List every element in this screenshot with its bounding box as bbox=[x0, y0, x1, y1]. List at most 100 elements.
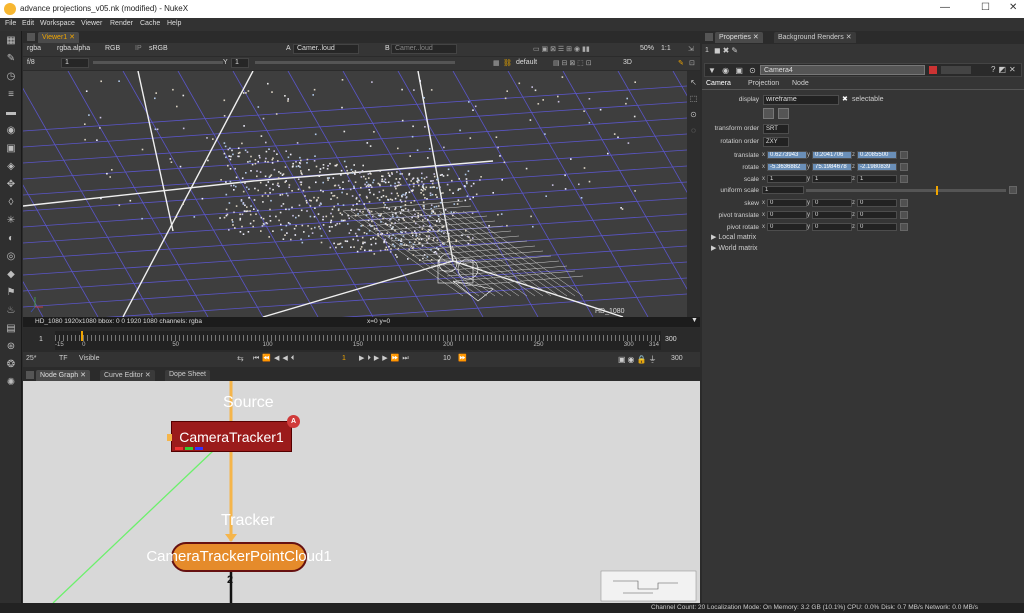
uniform-scale-slider[interactable] bbox=[806, 186, 1006, 195]
uniform-scale-animation-button[interactable] bbox=[1009, 186, 1017, 194]
gain-slider[interactable] bbox=[93, 61, 223, 64]
tab-node-graph[interactable]: Node Graph ✕ bbox=[36, 370, 90, 381]
z-value-field[interactable]: 0 bbox=[857, 199, 897, 207]
occlusion-icon[interactable]: ◌ bbox=[688, 125, 699, 137]
tab-dope-sheet[interactable]: Dope Sheet bbox=[165, 370, 210, 381]
fstop-dropdown[interactable]: f/8 bbox=[27, 59, 35, 66]
gamma-slider[interactable] bbox=[255, 61, 455, 64]
step-icons[interactable]: ⏩ bbox=[458, 354, 467, 362]
ratio-dropdown[interactable]: 1:1 bbox=[661, 45, 671, 52]
z-value-field[interactable]: 0.2085500 bbox=[857, 151, 897, 159]
select-vertex-icon[interactable]: ⬚ bbox=[688, 93, 699, 105]
x-value-field[interactable]: 0.6273943 bbox=[767, 151, 807, 159]
x-value-field[interactable]: 0 bbox=[767, 211, 807, 219]
node-color-swatch[interactable] bbox=[929, 66, 937, 74]
animation-button[interactable] bbox=[900, 175, 908, 183]
rgb-dropdown[interactable]: RGB bbox=[105, 45, 120, 52]
a-input-dropdown[interactable]: Camer..loud bbox=[293, 44, 359, 54]
menu-render[interactable]: Render bbox=[110, 20, 133, 27]
ip-button[interactable]: IP bbox=[135, 45, 142, 52]
tab-background-renders[interactable]: Background Renders ✕ bbox=[774, 32, 856, 43]
x-value-field[interactable]: 0 bbox=[767, 223, 807, 231]
world-matrix-toggle[interactable]: ▶ World matrix bbox=[711, 244, 757, 252]
keyer-icon[interactable]: ▣ bbox=[4, 143, 18, 155]
time-icon[interactable]: ◷ bbox=[4, 71, 18, 83]
furnace-icon[interactable]: ▤ bbox=[4, 323, 18, 335]
channels-dropdown[interactable]: rgba bbox=[27, 45, 41, 52]
y-value-field[interactable]: 0 bbox=[812, 199, 852, 207]
settings-icon[interactable]: ⊡ bbox=[689, 59, 695, 67]
menu-cache[interactable]: Cache bbox=[140, 20, 160, 27]
zoom-dropdown[interactable]: 50% bbox=[640, 45, 654, 52]
filter-icon[interactable]: ◉ bbox=[4, 125, 18, 137]
transport-back-icons[interactable]: ⏮⏪◀◀⏴ bbox=[253, 354, 297, 363]
uniform-scale-field[interactable]: 1 bbox=[762, 186, 804, 194]
transform-order-dropdown[interactable]: SRT bbox=[763, 124, 789, 134]
roi-icon[interactable]: ▭ ▣ ⊠ ☰ ⊞ ◉ ▮▮ bbox=[533, 45, 590, 53]
other-icon[interactable]: ♨ bbox=[4, 305, 18, 317]
playback-mode-icon[interactable]: ⇆ bbox=[237, 354, 244, 363]
z-value-field[interactable]: -2.1980839 bbox=[857, 163, 897, 171]
link-icon[interactable] bbox=[778, 108, 789, 119]
visible-dropdown[interactable]: Visible bbox=[79, 355, 100, 362]
transform-icon[interactable]: ✥ bbox=[4, 179, 18, 191]
maximize-button[interactable]: ☐ bbox=[981, 2, 990, 13]
alpha-dropdown[interactable]: rgba.alpha bbox=[57, 45, 90, 52]
deep-icon[interactable]: ◐ bbox=[4, 233, 18, 245]
y-value-field[interactable]: 0.2041706 bbox=[812, 151, 852, 159]
merge-icon[interactable]: ◈ bbox=[4, 161, 18, 173]
3d-view-dropdown[interactable]: 3D bbox=[623, 59, 632, 66]
color-icon[interactable]: ▬ bbox=[4, 107, 18, 119]
selectable-checkbox[interactable]: ✖ bbox=[842, 95, 848, 103]
z-value-field[interactable]: 0 bbox=[857, 223, 897, 231]
viewer-expand-icon[interactable]: ⇲ bbox=[688, 45, 694, 53]
y-value-field[interactable]: 75.1984678 bbox=[812, 163, 852, 171]
timeline-start-field[interactable]: 1 bbox=[27, 336, 55, 346]
camera-lock-icon[interactable]: ⛓ bbox=[503, 59, 512, 67]
tf-dropdown[interactable]: TF bbox=[59, 355, 68, 362]
cara-icon[interactable]: ❂ bbox=[4, 359, 18, 371]
metadata-icon[interactable]: ◆ bbox=[4, 269, 18, 281]
panel-menu-icon[interactable] bbox=[27, 33, 35, 41]
animation-button[interactable] bbox=[900, 199, 908, 207]
lut-dropdown[interactable]: sRGB bbox=[149, 45, 168, 52]
3d-icon[interactable]: ◊ bbox=[4, 197, 18, 209]
minimize-button[interactable]: — bbox=[940, 2, 950, 13]
x-value-field[interactable]: 1 bbox=[767, 175, 807, 183]
rotation-order-dropdown[interactable]: ZXY bbox=[763, 137, 789, 147]
panel-tools-icons[interactable]: ◼✖✎ bbox=[714, 46, 740, 55]
playhead[interactable] bbox=[81, 331, 83, 341]
node-header-icons[interactable]: ▼ ◉ ▣ ⊙ bbox=[708, 66, 758, 75]
timeline-ruler[interactable]: -15 0 50 100 150 200 250 300 314 bbox=[55, 331, 661, 350]
menu-viewer[interactable]: Viewer bbox=[81, 20, 102, 27]
animation-button[interactable] bbox=[900, 211, 908, 219]
frame-field[interactable]: 1 bbox=[61, 58, 89, 68]
subtab-camera[interactable]: Camera bbox=[706, 80, 731, 87]
x-value-field[interactable]: -5.3636882 bbox=[767, 163, 807, 171]
menu-help[interactable]: Help bbox=[167, 20, 181, 27]
select-icon[interactable]: ↖ bbox=[688, 77, 699, 89]
particles-icon[interactable]: ✳ bbox=[4, 215, 18, 227]
close-button[interactable]: ✕ bbox=[1009, 2, 1017, 13]
panel-menu-icon[interactable] bbox=[705, 33, 713, 41]
draw-icon[interactable]: ✎ bbox=[4, 53, 18, 65]
gamma-field[interactable]: 1 bbox=[231, 58, 249, 68]
tab-properties[interactable]: Properties ✕ bbox=[715, 32, 763, 43]
timeline-end-field[interactable]: 300 bbox=[665, 336, 677, 343]
step-field[interactable]: 10 bbox=[443, 355, 451, 362]
toolsets-icon[interactable]: ⚑ bbox=[4, 287, 18, 299]
max-panels-field[interactable]: 1 bbox=[705, 47, 709, 54]
node-name-field[interactable]: Camera4 bbox=[760, 65, 925, 75]
node-tools[interactable] bbox=[941, 66, 971, 74]
subtab-node[interactable]: Node bbox=[792, 80, 809, 87]
grid-icon[interactable]: ▦ bbox=[493, 59, 500, 67]
panel-menu-icon[interactable] bbox=[26, 371, 34, 379]
node-help-icons[interactable]: ?◩✕ bbox=[991, 65, 1019, 74]
info-menu-icon[interactable]: ▼ bbox=[691, 317, 698, 324]
current-frame-field[interactable]: 1 bbox=[333, 355, 355, 362]
views-icon[interactable]: ◎ bbox=[4, 251, 18, 263]
channel-icon[interactable]: ≡ bbox=[4, 89, 18, 101]
gizmo-icon[interactable]: ✺ bbox=[4, 377, 18, 389]
menu-workspace[interactable]: Workspace bbox=[40, 20, 75, 27]
animation-button[interactable] bbox=[900, 163, 908, 171]
